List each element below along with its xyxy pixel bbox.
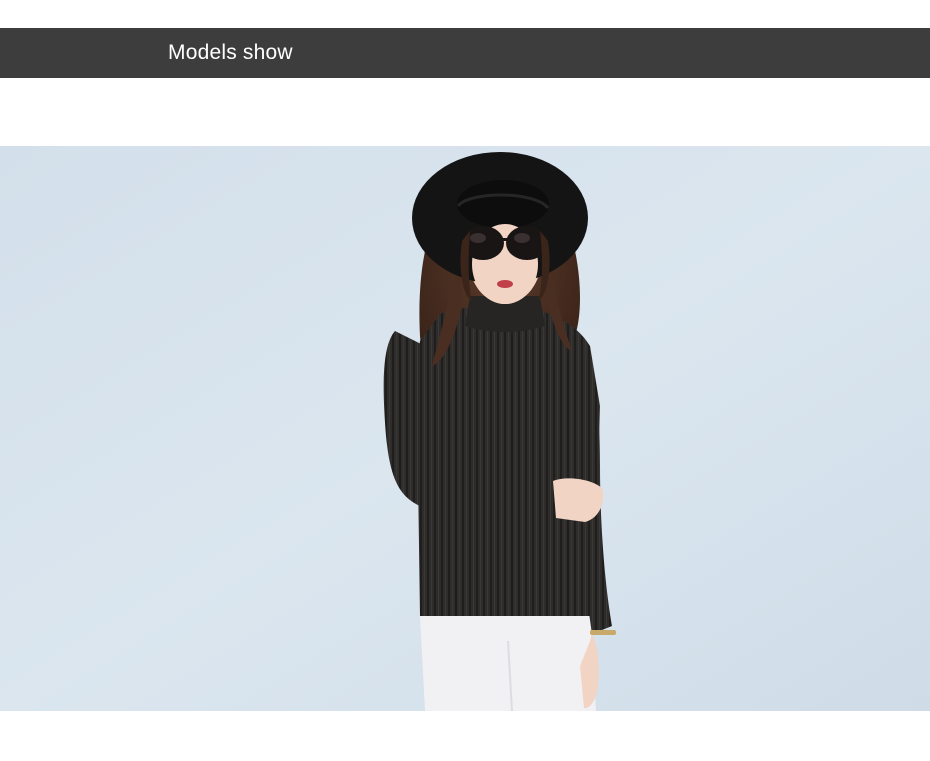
bracelet — [590, 630, 616, 635]
hand — [553, 478, 604, 522]
section-title: Models show — [168, 41, 293, 64]
model-photo — [0, 146, 930, 711]
white-pants — [420, 616, 596, 711]
section-header-bar: Models show — [0, 28, 930, 78]
